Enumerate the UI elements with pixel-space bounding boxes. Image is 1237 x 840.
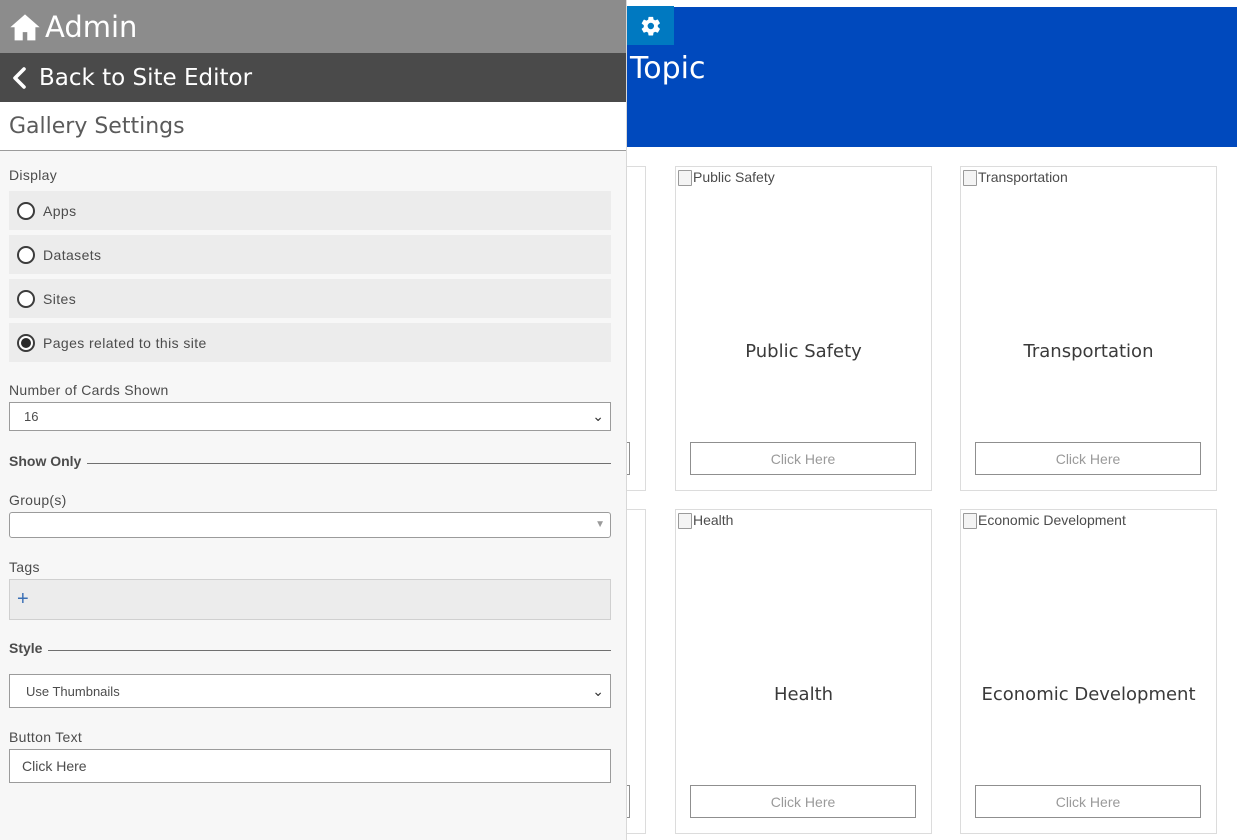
radio-label: Pages related to this site	[43, 334, 207, 351]
groups-label: Group(s)	[9, 492, 67, 508]
radio-button-selected[interactable]	[17, 333, 35, 352]
back-to-site-editor[interactable]: Back to Site Editor	[0, 53, 626, 102]
groups-select[interactable]: ▼	[9, 512, 611, 538]
broken-image-thumbnail: Public Safety	[677, 169, 775, 186]
radio-label: Apps	[43, 202, 77, 219]
dropdown-triangle-icon: ▼	[595, 519, 605, 530]
cards-shown-select[interactable]: 16 ⌄	[9, 402, 611, 431]
radio-button[interactable]	[17, 245, 35, 264]
broken-image-thumbnail: Transportation	[962, 169, 1068, 186]
chevron-down-icon: ⌄	[592, 408, 604, 424]
chevron-left-icon	[13, 66, 26, 89]
add-tag-icon[interactable]: +	[17, 588, 29, 611]
gallery-card-transportation[interactable]: Transportation Transportation Click Here	[960, 166, 1217, 491]
radio-button[interactable]	[17, 201, 35, 220]
divider	[48, 649, 611, 651]
banner-title: Topic	[630, 51, 706, 86]
radio-label: Sites	[43, 290, 77, 307]
card-button[interactable]: Click Here	[975, 785, 1201, 818]
style-label: Style	[9, 640, 43, 656]
card-button[interactable]: Click Here	[690, 785, 916, 818]
back-label: Back to Site Editor	[39, 64, 253, 91]
admin-panel: Admin Back to Site Editor Gallery Settin…	[0, 0, 627, 840]
radio-button[interactable]	[17, 289, 35, 308]
card-title: Transportation	[1023, 341, 1154, 362]
card-button[interactable]: Click Here	[975, 442, 1201, 475]
show-only-heading: Show Only	[9, 453, 611, 469]
cards-shown-value: 16	[24, 409, 39, 424]
display-label: Display	[9, 167, 58, 183]
gallery-settings-button[interactable]	[627, 6, 674, 45]
button-text-label: Button Text	[9, 729, 83, 745]
chevron-down-icon: ⌄	[592, 682, 604, 699]
gallery-card-health[interactable]: Health Health Click Here	[675, 509, 932, 834]
home-icon[interactable]	[9, 11, 41, 43]
tags-input[interactable]: +	[9, 579, 611, 620]
radio-label: Datasets	[43, 246, 102, 263]
tags-label: Tags	[9, 559, 40, 575]
admin-header: Admin	[0, 0, 626, 53]
card-title: Economic Development	[981, 684, 1196, 705]
button-text-value: Click Here	[22, 758, 87, 774]
style-select[interactable]: Use Thumbnails ⌄	[9, 674, 611, 708]
card-button[interactable]: Click Here	[690, 442, 916, 475]
broken-image-thumbnail: Health	[677, 512, 733, 529]
display-option-sites[interactable]: Sites	[9, 279, 611, 318]
gear-icon	[641, 16, 660, 36]
display-option-pages[interactable]: Pages related to this site	[9, 323, 611, 362]
display-option-apps[interactable]: Apps	[9, 191, 611, 230]
gallery-card-economic-development[interactable]: Economic Development Economic Developmen…	[960, 509, 1217, 834]
button-text-input[interactable]: Click Here	[9, 749, 611, 783]
card-title: Health	[773, 684, 834, 705]
gallery-card-public-safety[interactable]: Public Safety Public Safety Click Here	[675, 166, 932, 491]
style-value: Use Thumbnails	[26, 683, 120, 699]
broken-image-thumbnail: Economic Development	[962, 512, 1126, 529]
display-option-datasets[interactable]: Datasets	[9, 235, 611, 274]
cards-shown-label: Number of Cards Shown	[9, 382, 169, 398]
show-only-label: Show Only	[9, 453, 82, 469]
admin-title: Admin	[45, 9, 138, 44]
card-title: Public Safety	[745, 341, 862, 362]
divider	[87, 462, 611, 464]
settings-title: Gallery Settings	[0, 102, 626, 151]
style-heading: Style	[9, 640, 611, 656]
